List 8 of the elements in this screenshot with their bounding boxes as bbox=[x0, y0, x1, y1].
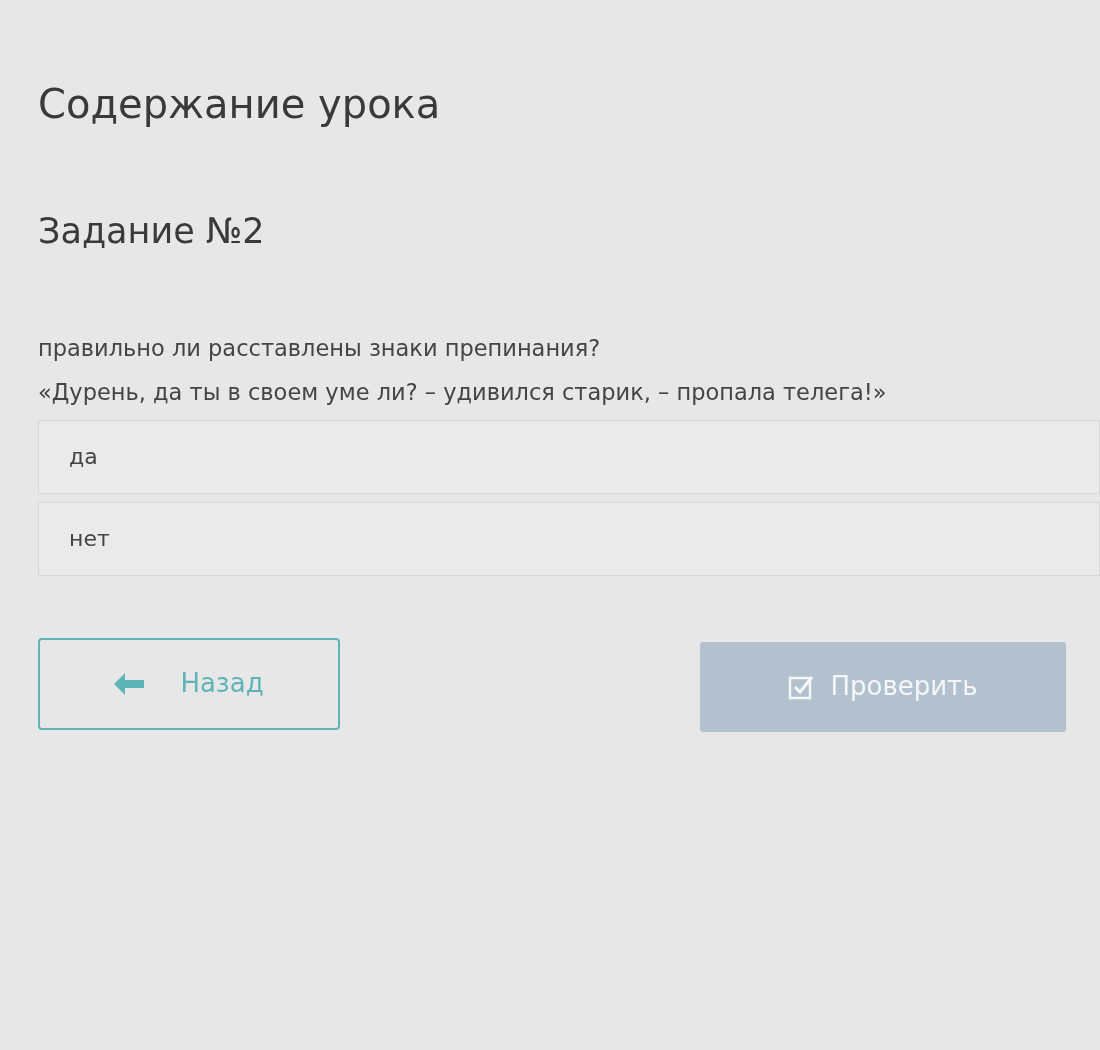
answer-option[interactable]: да bbox=[38, 419, 1100, 494]
page-title: Содержание урока bbox=[38, 80, 442, 128]
checkbox-icon bbox=[788, 673, 815, 700]
question-text: правильно ли расставлены знаки препинания? bbox=[38, 334, 602, 363]
task-title: Задание №2 bbox=[38, 210, 266, 252]
question-text: «Дурень, да ты в своем уме ли? – удивился старик, – пропала телега!» bbox=[38, 377, 888, 407]
answer-option[interactable]: нет bbox=[38, 501, 1100, 576]
arrow-left-icon bbox=[114, 672, 145, 695]
